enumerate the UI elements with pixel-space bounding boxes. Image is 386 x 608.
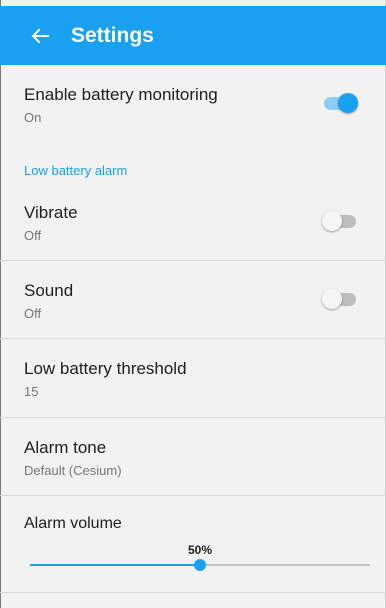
- battery-monitoring-switch[interactable]: [322, 93, 358, 113]
- setting-summary: 15: [24, 384, 39, 399]
- setting-vibrate[interactable]: Vibrate Off: [0, 183, 386, 261]
- back-button[interactable]: [20, 16, 60, 56]
- arrow-left-icon: [31, 28, 49, 43]
- divider: [0, 592, 386, 593]
- setting-alarm-tone[interactable]: Alarm tone Default (Cesium): [0, 418, 386, 496]
- page-title: Settings: [71, 23, 154, 47]
- setting-sound[interactable]: Sound Off: [0, 261, 386, 339]
- slider-thumb[interactable]: [194, 559, 206, 571]
- section-header-low-battery-alarm: Low battery alarm: [24, 163, 128, 178]
- alarm-volume-slider[interactable]: [30, 557, 370, 573]
- volume-value-label: 50%: [187, 543, 213, 557]
- setting-battery-monitoring[interactable]: Enable battery monitoring On: [0, 65, 386, 153]
- setting-title: Alarm volume: [24, 515, 122, 532]
- switch-thumb: [322, 211, 342, 231]
- setting-title: Low battery threshold: [24, 359, 187, 378]
- slider-fill: [30, 564, 200, 566]
- app-bar: Settings: [0, 6, 386, 65]
- sound-switch[interactable]: [322, 289, 358, 309]
- setting-low-battery-threshold[interactable]: Low battery threshold 15: [0, 339, 386, 418]
- switch-thumb: [338, 93, 358, 113]
- settings-screen: Settings Enable battery monitoring On Lo…: [0, 0, 386, 608]
- setting-title: Alarm tone: [24, 438, 107, 457]
- vibrate-switch[interactable]: [322, 211, 358, 231]
- switch-thumb: [322, 289, 342, 309]
- setting-summary: Default (Cesium): [24, 463, 122, 478]
